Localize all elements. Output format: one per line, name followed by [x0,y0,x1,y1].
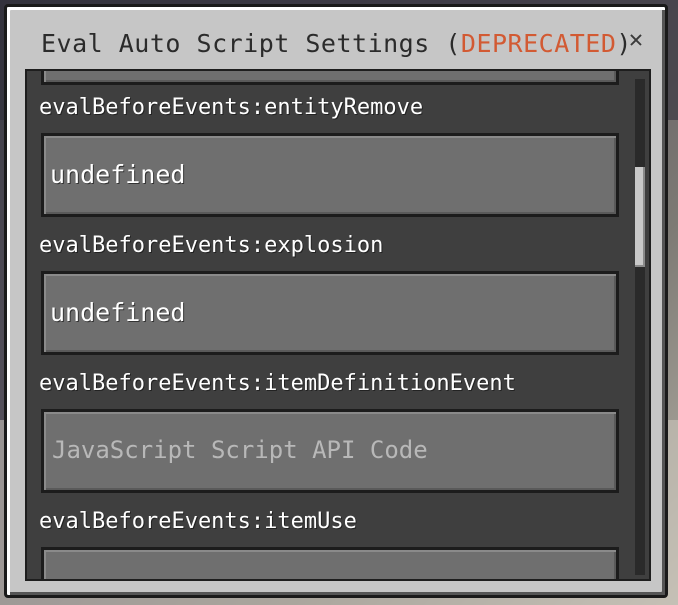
field-placeholder: JavaScript Script API Code [52,436,428,464]
title-bar: Eval Auto Script Settings (DEPRECATED) ✕ [7,7,665,73]
field-input-explosion[interactable]: undefined [41,271,619,355]
close-button[interactable]: ✕ [625,27,647,51]
scrollbar[interactable] [635,79,645,575]
deprecated-label: DEPRECATED [460,29,617,58]
field-input-item-use[interactable] [41,547,619,579]
dialog-title: Eval Auto Script Settings (DEPRECATED) [41,29,632,58]
close-icon: ✕ [628,25,644,53]
field-input-previous[interactable] [41,71,619,85]
field-label-entity-remove: evalBeforeEvents:entityRemove [39,95,424,120]
field-label-explosion: evalBeforeEvents:explosion [39,233,384,258]
field-value: undefined [50,160,186,189]
field-label-item-definition-event: evalBeforeEvents:itemDefinitionEvent [39,371,516,396]
field-label-item-use: evalBeforeEvents:itemUse [39,509,357,534]
settings-dialog: Eval Auto Script Settings (DEPRECATED) ✕… [4,4,668,598]
field-value: undefined [50,298,186,327]
settings-scroll-panel[interactable]: evalBeforeEvents:entityRemove undefined … [25,69,651,581]
field-input-entity-remove[interactable]: undefined [41,133,619,217]
scrollbar-thumb[interactable] [635,167,645,267]
title-text: Eval Auto Script Settings ( [41,29,461,58]
field-input-item-definition-event[interactable]: JavaScript Script API Code [41,409,619,493]
